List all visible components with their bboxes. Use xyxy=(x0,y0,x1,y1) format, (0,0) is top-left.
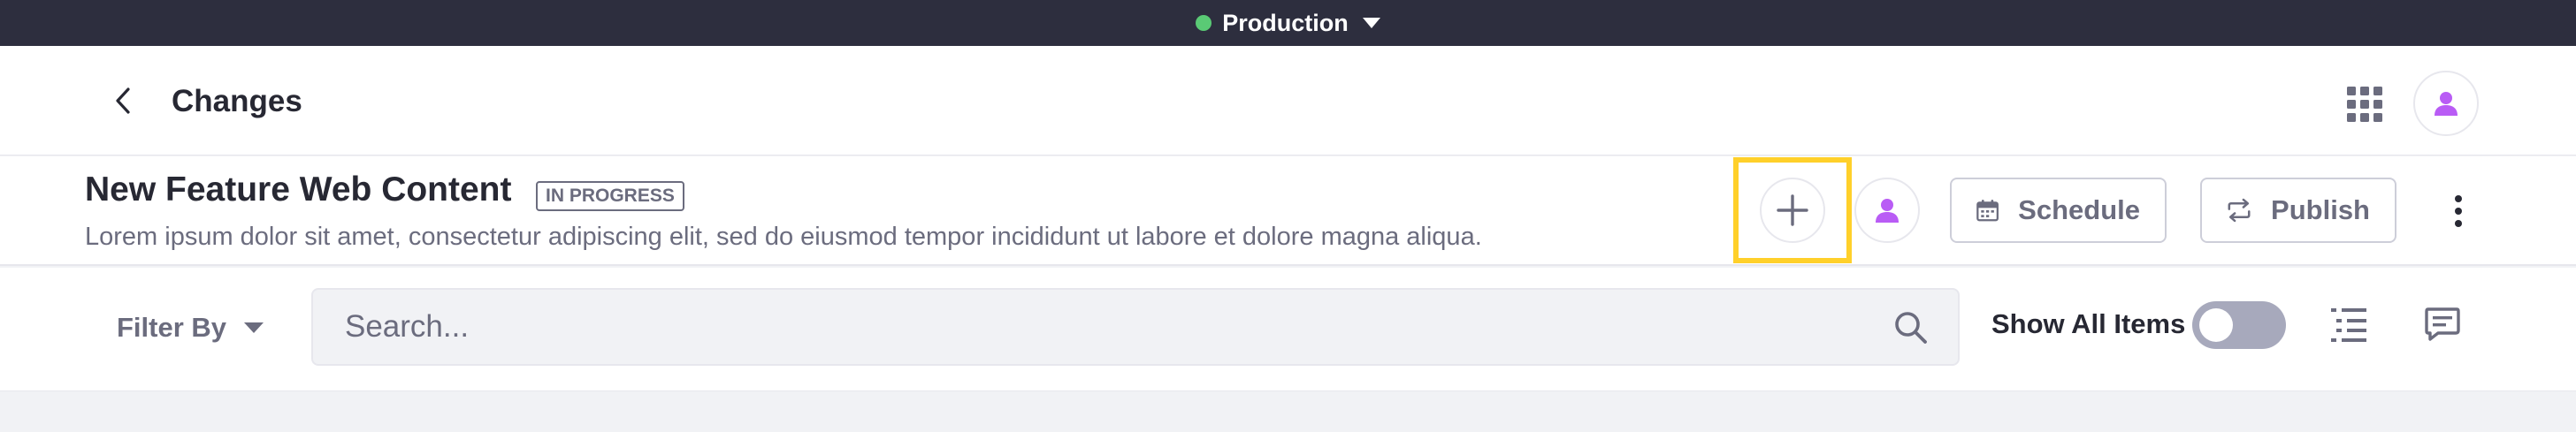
chevron-left-icon[interactable] xyxy=(108,85,140,117)
environment-bar: Production xyxy=(0,0,2576,46)
search-input[interactable] xyxy=(313,290,1887,364)
arrows-exchange-icon xyxy=(2228,198,2251,223)
search-icon[interactable] xyxy=(1892,309,1928,345)
management-toolbar: Filter By Show All Items xyxy=(0,268,2576,391)
user-avatar[interactable] xyxy=(2413,71,2479,136)
user-icon xyxy=(2435,92,2458,116)
filter-dropdown[interactable]: Filter By xyxy=(117,312,264,344)
toggle-knob xyxy=(2199,308,2233,342)
comment-icon[interactable] xyxy=(2425,307,2460,342)
show-all-items-label: Show All Items xyxy=(1991,308,2186,339)
page-title: Changes xyxy=(172,84,302,118)
filter-label: Filter By xyxy=(117,312,227,343)
collaborator-avatar[interactable] xyxy=(1854,178,1920,243)
publication-description: Lorem ipsum dolor sit amet, consectetur … xyxy=(85,223,1482,251)
publish-label: Publish xyxy=(2271,194,2370,225)
user-icon xyxy=(1876,199,1899,223)
schedule-button[interactable]: Schedule xyxy=(1950,178,2167,243)
page-header: Changes xyxy=(0,46,2576,155)
schedule-label: Schedule xyxy=(2018,194,2140,225)
caret-down-icon xyxy=(1362,18,1380,28)
caret-down-icon xyxy=(244,322,264,333)
add-button[interactable] xyxy=(1760,178,1825,243)
publication-name: New Feature Web Content xyxy=(85,171,512,208)
list-view-icon[interactable] xyxy=(2331,307,2366,344)
search-bar xyxy=(311,288,1960,366)
plus-icon xyxy=(1777,194,1808,226)
environment-label: Production xyxy=(1222,9,1349,36)
environment-status-dot xyxy=(1196,15,1212,31)
kebab-menu-icon[interactable] xyxy=(2444,193,2473,229)
status-badge: IN PROGRESS xyxy=(536,181,684,211)
show-all-items-toggle[interactable] xyxy=(2192,301,2286,349)
environment-selector[interactable]: Production xyxy=(1196,10,1380,37)
publication-info: New Feature Web Content IN PROGRESS Lore… xyxy=(0,156,2576,266)
calendar-icon xyxy=(1976,200,1999,222)
publish-button[interactable]: Publish xyxy=(2200,178,2396,243)
apps-grid-icon[interactable] xyxy=(2345,85,2384,124)
